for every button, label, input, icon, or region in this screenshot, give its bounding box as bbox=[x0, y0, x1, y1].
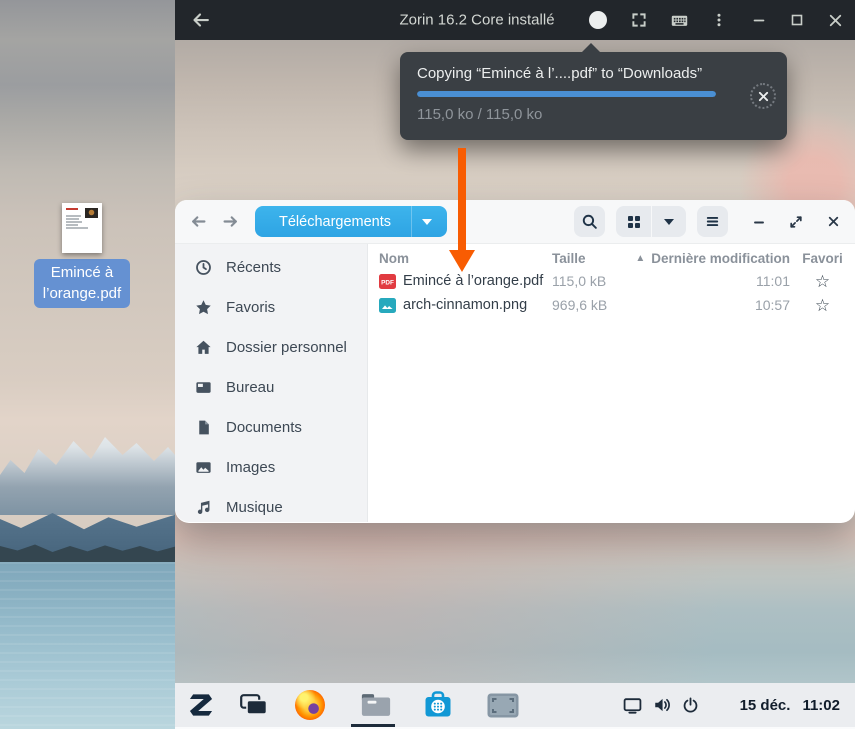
software-bag-icon bbox=[423, 690, 453, 720]
clock-time: 11:02 bbox=[802, 697, 840, 714]
list-column-headers: Nom Taille ▲ Dernière modification Favor… bbox=[368, 247, 855, 269]
zorin-logo-icon bbox=[186, 693, 216, 717]
hamburger-menu-button[interactable] bbox=[697, 206, 728, 237]
clock-icon bbox=[195, 259, 212, 276]
vm-desktop: Copying “Emincé à l’....pdf” to “Downloa… bbox=[175, 40, 855, 729]
record-dot-icon bbox=[589, 11, 607, 29]
fm-minimize-icon[interactable] bbox=[749, 212, 769, 232]
desktop-icon bbox=[195, 379, 212, 396]
copy-toast-message: Copying “Emincé à l’....pdf” to “Downloa… bbox=[417, 65, 702, 82]
software-store-button[interactable] bbox=[422, 689, 454, 721]
sidebar-item-documents[interactable]: Documents bbox=[175, 407, 367, 447]
view-options-button[interactable] bbox=[651, 206, 686, 237]
screenshot-frame-icon bbox=[487, 693, 519, 718]
sidebar-item-recents[interactable]: Récents bbox=[175, 247, 367, 287]
favorite-star-icon[interactable]: ☆ bbox=[790, 273, 855, 290]
sort-ascending-icon: ▲ bbox=[635, 253, 645, 264]
view-toggle-group bbox=[616, 206, 686, 237]
power-tray-icon[interactable] bbox=[681, 695, 701, 715]
back-icon[interactable] bbox=[191, 10, 211, 30]
copy-progress-status: 115,0 ko / 115,0 ko bbox=[417, 106, 542, 123]
svg-text:PDF: PDF bbox=[381, 279, 394, 286]
folder-icon bbox=[360, 691, 392, 719]
vm-title: Zorin 16.2 Core installé bbox=[399, 12, 554, 29]
file-row-image[interactable]: arch-cinnamon.png 969,6 kB 10:57 ☆ bbox=[368, 293, 855, 317]
vm-minimize-icon[interactable] bbox=[749, 10, 769, 30]
vm-maximize-icon[interactable] bbox=[787, 10, 807, 30]
toast-close-button[interactable] bbox=[750, 83, 776, 109]
copy-toast: Copying “Emincé à l’....pdf” to “Downloa… bbox=[400, 52, 787, 140]
chevron-down-icon bbox=[422, 219, 432, 225]
fullscreen-icon[interactable] bbox=[629, 10, 649, 30]
menu-kebab-icon[interactable] bbox=[709, 10, 729, 30]
sidebar-item-home[interactable]: Dossier personnel bbox=[175, 327, 367, 367]
favorite-star-icon[interactable]: ☆ bbox=[790, 297, 855, 314]
firefox-button[interactable] bbox=[294, 689, 326, 721]
transfer-status-icon[interactable] bbox=[588, 10, 608, 30]
location-button[interactable]: Téléchargements bbox=[255, 206, 447, 237]
desktop-icon-label: Emincé à l’orange.pdf bbox=[34, 259, 130, 308]
music-note-icon bbox=[195, 499, 212, 516]
sidebar-item-pictures[interactable]: Images bbox=[175, 447, 367, 487]
annotation-arrow-head bbox=[449, 250, 475, 272]
fm-sidebar: Récents Favoris Dossier personnel bbox=[175, 244, 368, 522]
vm-header-bar: Zorin 16.2 Core installé bbox=[175, 0, 855, 40]
clock[interactable]: 15 déc. 11:02 bbox=[740, 697, 840, 714]
annotation-arrow-shaft bbox=[458, 148, 466, 251]
active-app-indicator bbox=[351, 724, 395, 727]
vm-viewer-window: Zorin 16.2 Core installé bbox=[175, 0, 855, 729]
fm-close-icon[interactable] bbox=[823, 212, 843, 232]
host-wallpaper-lake bbox=[0, 562, 175, 729]
keyboard-icon[interactable] bbox=[669, 10, 689, 30]
column-header-favorite[interactable]: Favori bbox=[790, 251, 855, 266]
file-manager-window: Téléchargements bbox=[175, 200, 855, 523]
screen: Emincé à l’orange.pdf Zorin 16.2 Core in… bbox=[0, 0, 855, 729]
column-header-size[interactable]: Taille bbox=[552, 251, 632, 266]
image-icon bbox=[195, 459, 212, 476]
taskbar: 15 déc. 11:02 bbox=[175, 683, 855, 729]
window-switcher-button[interactable] bbox=[238, 689, 270, 721]
column-header-modified[interactable]: ▲ Dernière modification bbox=[632, 251, 790, 266]
volume-tray-icon[interactable] bbox=[652, 695, 672, 715]
sidebar-item-music[interactable]: Musique bbox=[175, 487, 367, 522]
vm-close-icon[interactable] bbox=[825, 10, 845, 30]
search-button[interactable] bbox=[574, 206, 605, 237]
files-button[interactable] bbox=[360, 689, 392, 721]
document-icon bbox=[195, 419, 212, 436]
fm-file-list: Nom Taille ▲ Dernière modification Favor… bbox=[368, 244, 855, 522]
chevron-down-icon bbox=[664, 219, 674, 225]
home-icon bbox=[195, 339, 212, 356]
pdf-thumbnail-icon bbox=[62, 203, 102, 253]
star-icon bbox=[195, 299, 212, 316]
screenshot-tool-button[interactable] bbox=[487, 689, 519, 721]
fm-restore-icon[interactable] bbox=[786, 212, 806, 232]
firefox-icon bbox=[295, 690, 325, 720]
clock-date: 15 déc. bbox=[740, 697, 791, 714]
copy-progressbar bbox=[417, 91, 716, 97]
image-file-icon bbox=[379, 298, 396, 313]
copy-progress-fill bbox=[417, 91, 716, 97]
display-tray-icon[interactable] bbox=[623, 695, 643, 715]
sidebar-item-favorites[interactable]: Favoris bbox=[175, 287, 367, 327]
location-caret[interactable] bbox=[411, 206, 447, 237]
desktop-icon-pdf[interactable]: Emincé à l’orange.pdf bbox=[32, 203, 132, 308]
zorin-menu-button[interactable] bbox=[185, 689, 217, 721]
grid-view-button[interactable] bbox=[616, 206, 651, 237]
file-manager-toolbar: Téléchargements bbox=[175, 200, 855, 244]
nav-back-icon[interactable] bbox=[187, 211, 209, 233]
file-row-pdf[interactable]: PDF Emincé à l’orange.pdf 115,0 kB 11:01… bbox=[368, 269, 855, 293]
pdf-file-icon: PDF bbox=[379, 274, 396, 289]
location-label: Téléchargements bbox=[255, 206, 411, 237]
windows-icon bbox=[240, 694, 268, 716]
nav-forward-icon[interactable] bbox=[219, 211, 241, 233]
sidebar-item-desktop[interactable]: Bureau bbox=[175, 367, 367, 407]
